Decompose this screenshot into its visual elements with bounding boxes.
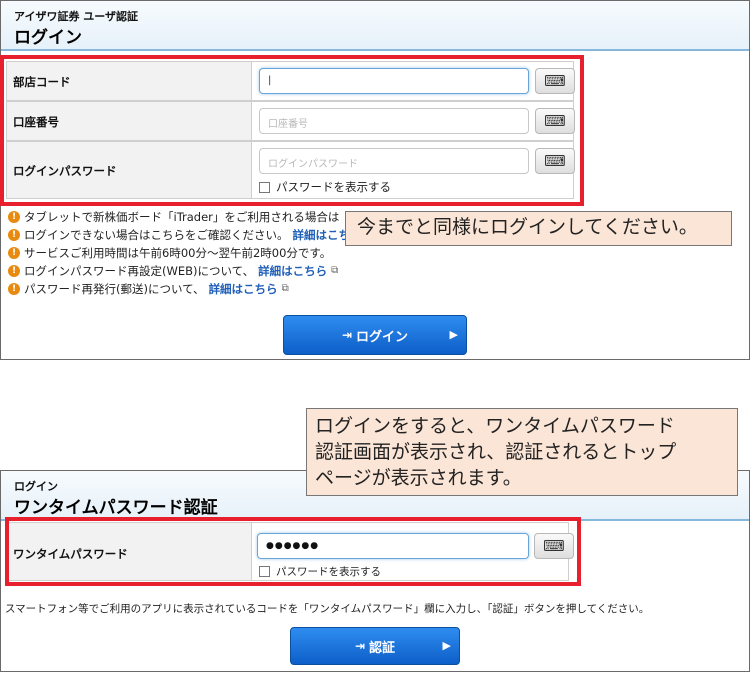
warning-icon: ! [8,247,20,259]
otp-highlight-frame [5,517,581,586]
login-highlight-frame [0,55,584,206]
warning-icon: ! [8,283,20,295]
warning-icon: ! [8,211,20,223]
login-icon: ⇥ [341,328,353,342]
details-link[interactable]: 詳細はこち [293,226,351,244]
otp-instruction: スマートフォン等でご利用のアプリに表示されているコードを「ワンタイムパスワード」… [5,603,650,615]
otp-title: ワンタイムパスワード認証 [14,498,218,518]
login-title: ログイン [14,28,82,48]
otp-callout: ログインをすると、ワンタイムパスワード 認証画面が表示され、認証されるとトップ … [306,408,738,496]
notice-item: ! タブレットで新株価ボード「iTrader」をご利用される場合は [8,208,350,226]
external-link-icon: ⧉ [281,283,289,294]
arrow-right-icon: ▶ [442,639,451,652]
login-subtitle: アイザワ証券 ユーザ認証 [14,10,139,23]
otp-subtitle: ログイン [14,480,58,493]
login-button[interactable]: ⇥ ログイン ▶ [283,315,467,355]
arrow-right-icon: ▶ [449,328,458,341]
authenticate-button[interactable]: ⇥ 認証 ▶ [290,627,460,665]
notice-item: ! ログインパスワード再設定(WEB)について、 詳細はこちら ⧉ [8,262,350,280]
notice-item: ! サービスご利用時間は午前6時00分～翌午前2時00分です。 [8,244,350,262]
notice-item: ! パスワード再発行(郵送)について、 詳細はこちら ⧉ [8,280,350,298]
login-callout: 今までと同様にログインしてください。 [345,211,732,246]
external-link-icon: ⧉ [331,265,339,276]
warning-icon: ! [8,229,20,241]
login-icon: ⇥ [354,639,366,653]
details-link[interactable]: 詳細はこちら [209,280,278,298]
warning-icon: ! [8,265,20,277]
details-link[interactable]: 詳細はこちら [258,262,327,280]
login-notices: ! タブレットで新株価ボード「iTrader」をご利用される場合は ! ログインでき… [8,208,350,298]
login-header: アイザワ証券 ユーザ認証 ログイン [1,1,749,51]
notice-item: ! ログインできない場合はこちらをご確認ください。 詳細はこち [8,226,350,244]
